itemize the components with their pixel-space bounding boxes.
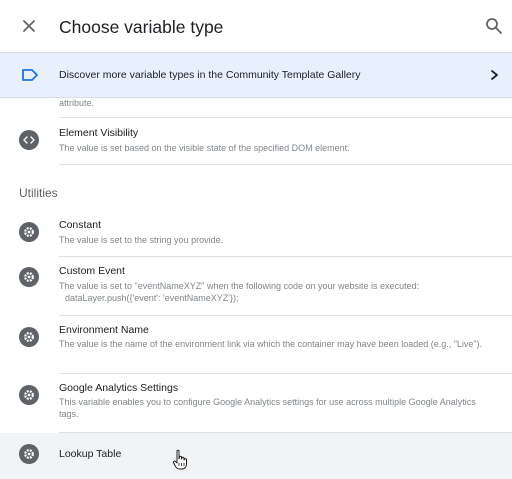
label-tag-icon <box>22 69 38 81</box>
variable-type-list: attribute. Element Visibility The value … <box>0 98 512 479</box>
list-item-custom-event[interactable]: Custom Event The value is set to "eventN… <box>0 257 512 315</box>
gear-icon <box>19 267 39 287</box>
dialog-header: Choose variable type <box>0 0 512 52</box>
item-description: The value is set to "eventNameXYZ" when … <box>59 280 489 304</box>
list-item-lookup-table[interactable]: Lookup Table <box>0 433 512 479</box>
chevron-right-icon <box>491 70 498 80</box>
item-title: Constant <box>59 219 102 231</box>
search-button[interactable] <box>484 16 504 36</box>
item-title: Custom Event <box>59 265 125 277</box>
code-snippet: dataLayer.push({'event': 'eventNameXYZ'}… <box>65 293 239 303</box>
banner-text: Discover more variable types in the Comm… <box>59 69 361 81</box>
gear-icon <box>19 327 39 347</box>
item-description: This variable enables you to configure G… <box>59 397 476 419</box>
item-title: Lookup Table <box>59 448 122 460</box>
divider <box>59 164 512 165</box>
list-item-google-analytics-settings[interactable]: Google Analytics Settings This variable … <box>0 374 512 432</box>
list-item-element-visibility[interactable]: Element Visibility The value is set base… <box>0 118 512 164</box>
gear-icon <box>19 385 39 405</box>
code-icon <box>19 130 39 150</box>
page-title: Choose variable type <box>59 17 224 37</box>
item-title: Google Analytics Settings <box>59 382 179 394</box>
section-label-utilities: Utilities <box>19 186 58 200</box>
item-description: The value is the name of the environment… <box>59 339 483 349</box>
partial-item-description: attribute. <box>59 98 95 108</box>
item-title: Element Visibility <box>59 127 139 139</box>
close-icon[interactable] <box>19 16 39 36</box>
community-gallery-banner[interactable]: Discover more variable types in the Comm… <box>0 52 512 98</box>
item-description: The value is set based on the visible st… <box>59 143 350 153</box>
close-button[interactable] <box>19 16 39 36</box>
list-item-environment-name[interactable]: Environment Name The value is the name o… <box>0 316 512 373</box>
list-item-constant[interactable]: Constant The value is set to the string … <box>0 210 512 256</box>
description-text: The value is set to "eventNameXYZ" when … <box>59 281 420 291</box>
gear-icon <box>19 444 39 464</box>
item-title: Environment Name <box>59 324 149 336</box>
gear-icon <box>19 222 39 242</box>
search-icon[interactable] <box>484 16 504 36</box>
item-description: The value is set to the string you provi… <box>59 235 224 245</box>
